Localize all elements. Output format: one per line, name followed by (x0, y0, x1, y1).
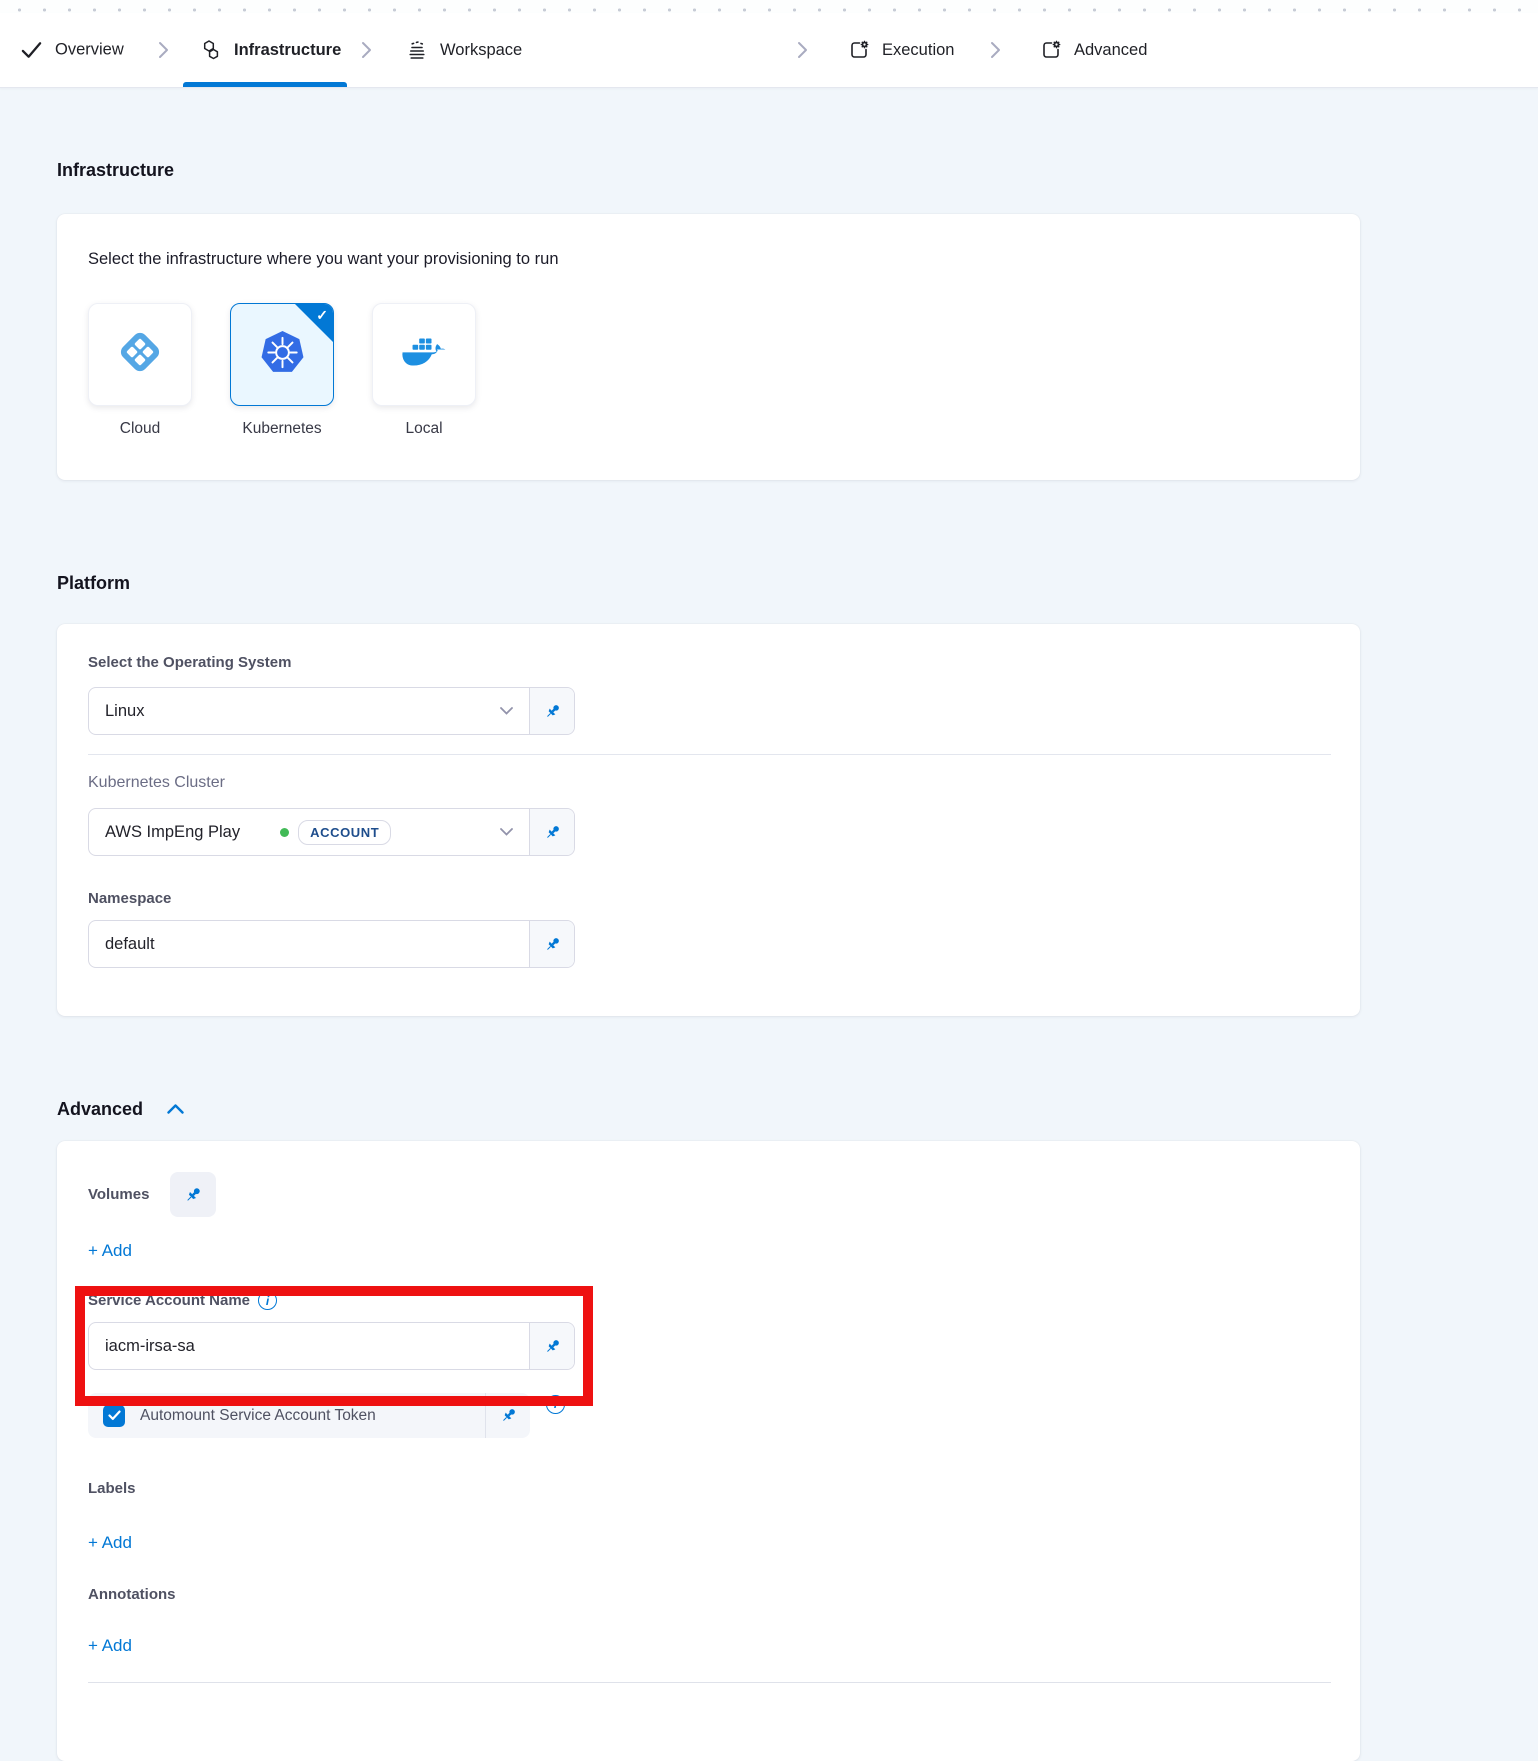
service-account-input-group: iacm-irsa-sa (88, 1322, 575, 1370)
namespace-input-value: default (105, 935, 155, 954)
infrastructure-card: Select the infrastructure where you want… (57, 214, 1360, 480)
tab-advanced-label: Advanced (1074, 41, 1147, 60)
advanced-heading-text: Advanced (57, 1096, 143, 1122)
tab-workspace-label: Workspace (440, 41, 522, 60)
tab-overview-label: Overview (55, 41, 124, 60)
chevron-right-icon (990, 41, 1001, 59)
infra-option-kubernetes-box[interactable]: ✓ (230, 303, 334, 406)
service-account-input[interactable]: iacm-irsa-sa (89, 1323, 529, 1369)
service-account-label: Service Account Name (88, 1292, 250, 1309)
namespace-pin-button[interactable] (529, 921, 574, 967)
labels-label: Labels (88, 1480, 1330, 1497)
advanced-section-heading: Advanced (57, 1096, 1538, 1122)
infra-option-local-label: Local (405, 420, 442, 438)
tab-execution[interactable]: Execution (848, 39, 954, 61)
infrastructure-description: Select the infrastructure where you want… (88, 247, 1330, 271)
labels-add-link[interactable]: + Add (88, 1533, 132, 1553)
tab-advanced[interactable]: Advanced (1040, 39, 1147, 61)
connection-status-dot (280, 828, 289, 837)
annotations-add-link[interactable]: + Add (88, 1636, 132, 1656)
chevron-down-icon (500, 707, 513, 715)
wizard-tabbar: Overview Infrastructure Workspace (0, 13, 1538, 88)
advanced-card: Volumes + Add Service Account Name i iac… (57, 1141, 1360, 1761)
automount-label: Automount Service Account Token (140, 1407, 485, 1425)
tab-workspace[interactable]: Workspace (406, 39, 522, 61)
check-icon (20, 39, 43, 62)
os-pin-button[interactable] (529, 688, 574, 734)
platform-section-heading: Platform (57, 570, 1538, 596)
info-icon[interactable]: i (546, 1395, 565, 1414)
selected-check-icon: ✓ (316, 307, 328, 324)
docker-whale-icon (399, 333, 449, 376)
os-label: Select the Operating System (88, 654, 1330, 671)
tab-overview[interactable]: Overview (20, 39, 124, 62)
tab-infrastructure[interactable]: Infrastructure (200, 39, 341, 61)
chevron-down-icon (500, 828, 513, 836)
chevron-right-icon (158, 41, 169, 59)
os-select[interactable]: Linux (89, 688, 529, 734)
service-account-input-value: iacm-irsa-sa (105, 1337, 195, 1356)
infrastructure-options: Cloud ✓ Kub (88, 303, 1330, 438)
square-gear-icon (848, 39, 870, 61)
infra-option-local-box[interactable] (372, 303, 476, 406)
cluster-select[interactable]: AWS ImpEng Play ACCOUNT (89, 809, 529, 855)
active-tab-underline (183, 82, 347, 87)
infra-option-cloud[interactable]: Cloud (88, 303, 192, 438)
volumes-pin-button[interactable] (170, 1172, 216, 1217)
cloud-icon (115, 327, 165, 382)
hexagons-icon (200, 39, 222, 61)
cluster-select-group: AWS ImpEng Play ACCOUNT (88, 808, 575, 856)
cluster-select-value: AWS ImpEng Play (105, 823, 240, 842)
stack-icon (406, 39, 428, 61)
infra-option-cloud-box[interactable] (88, 303, 192, 406)
volumes-add-link[interactable]: + Add (88, 1241, 132, 1261)
platform-card: Select the Operating System Linux Kubern… (57, 624, 1360, 1016)
info-icon[interactable]: i (258, 1291, 277, 1310)
cluster-label: Kubernetes Cluster (88, 774, 1330, 792)
os-select-value: Linux (105, 702, 144, 721)
tab-execution-label: Execution (882, 41, 954, 60)
volumes-label: Volumes (88, 1186, 149, 1203)
automount-pin-button[interactable] (486, 1407, 530, 1424)
service-account-label-row: Service Account Name i (88, 1291, 1330, 1310)
os-select-group: Linux (88, 687, 575, 735)
namespace-input-group: default (88, 920, 575, 968)
infra-option-kubernetes-label: Kubernetes (242, 420, 321, 438)
automount-checkbox[interactable] (103, 1405, 125, 1427)
service-account-pin-button[interactable] (529, 1323, 574, 1369)
infrastructure-section-heading: Infrastructure (57, 157, 1538, 183)
chevron-up-icon[interactable] (167, 1104, 184, 1114)
square-gear-icon (1040, 39, 1062, 61)
infra-option-local[interactable]: Local (372, 303, 476, 438)
namespace-input[interactable]: default (89, 921, 529, 967)
cluster-pin-button[interactable] (529, 809, 574, 855)
advanced-bottom-divider (88, 1682, 1331, 1683)
namespace-label: Namespace (88, 890, 1330, 907)
chevron-right-icon (361, 41, 372, 59)
annotations-label: Annotations (88, 1586, 1330, 1603)
automount-row: Automount Service Account Token (88, 1393, 530, 1438)
chevron-right-icon (797, 41, 808, 59)
platform-divider (88, 754, 1331, 755)
page-top-dots-pattern (0, 0, 1538, 13)
infra-option-kubernetes[interactable]: ✓ Kubernetes (230, 303, 334, 438)
scope-badge: ACCOUNT (298, 820, 391, 845)
tab-infrastructure-label: Infrastructure (234, 41, 341, 60)
infra-option-cloud-label: Cloud (120, 420, 161, 438)
